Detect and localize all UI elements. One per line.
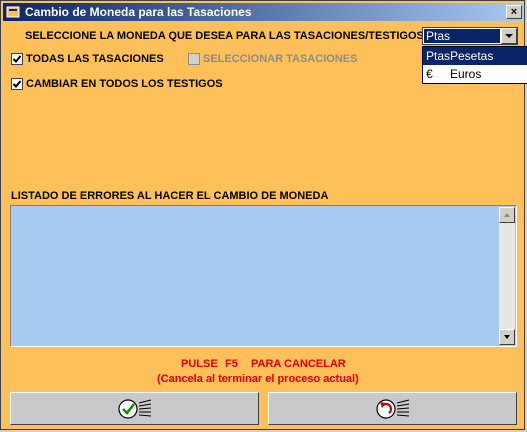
cancel-hint-key: F5 xyxy=(225,358,238,370)
error-list-heading: LISTADO DE ERRORES AL HACER EL CAMBIO DE… xyxy=(11,190,329,202)
scroll-up-button[interactable] xyxy=(499,207,515,223)
error-list-scrollbar[interactable] xyxy=(499,207,515,345)
title-bar: Cambio de Moneda para las Tasaciones × xyxy=(3,3,524,21)
arrow-down-icon xyxy=(504,335,510,339)
window-title: Cambio de Moneda para las Tasaciones xyxy=(25,5,252,19)
cancel-hint-press: PULSE xyxy=(181,358,218,370)
currency-option-pesetas[interactable]: Ptas Pesetas xyxy=(423,47,527,65)
all-appraisals-label: TODAS LAS TASACIONES xyxy=(26,53,164,65)
error-list[interactable] xyxy=(10,205,517,347)
accept-button[interactable] xyxy=(10,392,259,425)
currency-select-value: Ptas xyxy=(424,29,500,43)
currency-option-name: Pesetas xyxy=(450,49,494,63)
currency-option-code: € xyxy=(426,67,433,81)
cancel-hint-action: PARA CANCELAR xyxy=(251,358,346,370)
cancel-hint-note: (Cancela al terminar el proceso actual) xyxy=(157,373,359,385)
arrow-up-icon xyxy=(504,213,510,217)
currency-prompt: SELECCIONE LA MONEDA QUE DESEA PARA LAS … xyxy=(25,30,424,42)
currency-option-euros[interactable]: € Euros xyxy=(423,65,527,83)
close-icon: × xyxy=(510,6,518,18)
app-icon xyxy=(6,6,20,18)
scroll-down-button[interactable] xyxy=(499,329,515,345)
close-button[interactable]: × xyxy=(506,5,522,19)
select-appraisals-label: SELECCIONAR TASACIONES xyxy=(203,53,358,65)
chevron-down-icon xyxy=(505,34,513,38)
currency-dropdown-list: Ptas Pesetas € Euros xyxy=(422,46,527,84)
check-icon xyxy=(117,398,151,419)
all-appraisals-checkbox[interactable] xyxy=(11,53,23,65)
dropdown-arrow-button[interactable] xyxy=(501,28,517,44)
change-all-witnesses-checkbox[interactable] xyxy=(11,78,23,90)
cancel-button[interactable] xyxy=(268,392,517,425)
currency-change-dialog: Cambio de Moneda para las Tasaciones × S… xyxy=(0,0,527,430)
currency-option-code: Ptas xyxy=(426,49,451,63)
undo-icon xyxy=(375,398,409,419)
select-appraisals-checkbox[interactable] xyxy=(188,53,200,65)
checkmark-icon xyxy=(12,80,22,88)
currency-select[interactable]: Ptas xyxy=(422,27,518,45)
currency-option-name: Euros xyxy=(450,67,482,81)
change-all-witnesses-label: CAMBIAR EN TODOS LOS TESTIGOS xyxy=(26,78,223,90)
checkmark-icon xyxy=(12,55,22,63)
